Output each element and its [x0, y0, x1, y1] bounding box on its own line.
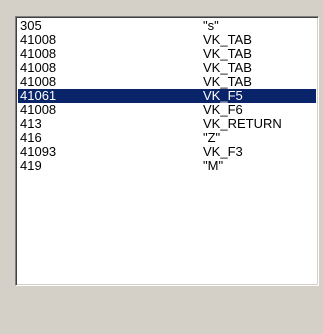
list-item[interactable]: 305 "s": [18, 19, 316, 33]
list-item-code: 305: [20, 18, 42, 33]
list-item-code: 41093: [20, 144, 57, 159]
list-item-key: VK_TAB: [203, 60, 252, 75]
list-item-code: 41008: [20, 60, 57, 75]
list-item-selected[interactable]: 41061 VK_F5: [18, 89, 316, 103]
list-item[interactable]: 41008 VK_TAB: [18, 75, 316, 89]
list-item-code: 41008: [20, 46, 57, 61]
list-item-key: VK_TAB: [203, 32, 252, 47]
list-item[interactable]: 416 "Z": [18, 131, 316, 145]
list-item-code: 41061: [20, 88, 57, 103]
list-item-code: 41008: [20, 74, 57, 89]
list-item-code: 416: [20, 130, 42, 145]
list-item-key: "s": [203, 18, 219, 33]
key-event-listbox[interactable]: 305 "s" 41008 VK_TAB 41008 VK_TAB 41008 …: [15, 16, 319, 286]
list-item-key: "Z": [203, 130, 221, 145]
list-item-key: VK_TAB: [203, 74, 252, 89]
list-item[interactable]: 41008 VK_F6: [18, 103, 316, 117]
list-item-key: VK_F3: [203, 144, 243, 159]
list-item-key: VK_RETURN: [203, 116, 282, 131]
list-item[interactable]: 41008 VK_TAB: [18, 47, 316, 61]
list-item-code: 419: [20, 158, 42, 173]
listbox-rows: 305 "s" 41008 VK_TAB 41008 VK_TAB 41008 …: [18, 19, 316, 173]
list-item[interactable]: 41008 VK_TAB: [18, 33, 316, 47]
list-item-key: VK_F6: [203, 102, 243, 117]
list-item[interactable]: 419 "M": [18, 159, 316, 173]
list-item-key: VK_F5: [203, 88, 243, 103]
list-item[interactable]: 41008 VK_TAB: [18, 61, 316, 75]
list-item[interactable]: 413 VK_RETURN: [18, 117, 316, 131]
list-item-key: VK_TAB: [203, 46, 252, 61]
list-item-key: "M": [203, 158, 224, 173]
list-item-code: 413: [20, 116, 42, 131]
list-item-code: 41008: [20, 32, 57, 47]
list-item[interactable]: 41093 VK_F3: [18, 145, 316, 159]
list-item-code: 41008: [20, 102, 57, 117]
